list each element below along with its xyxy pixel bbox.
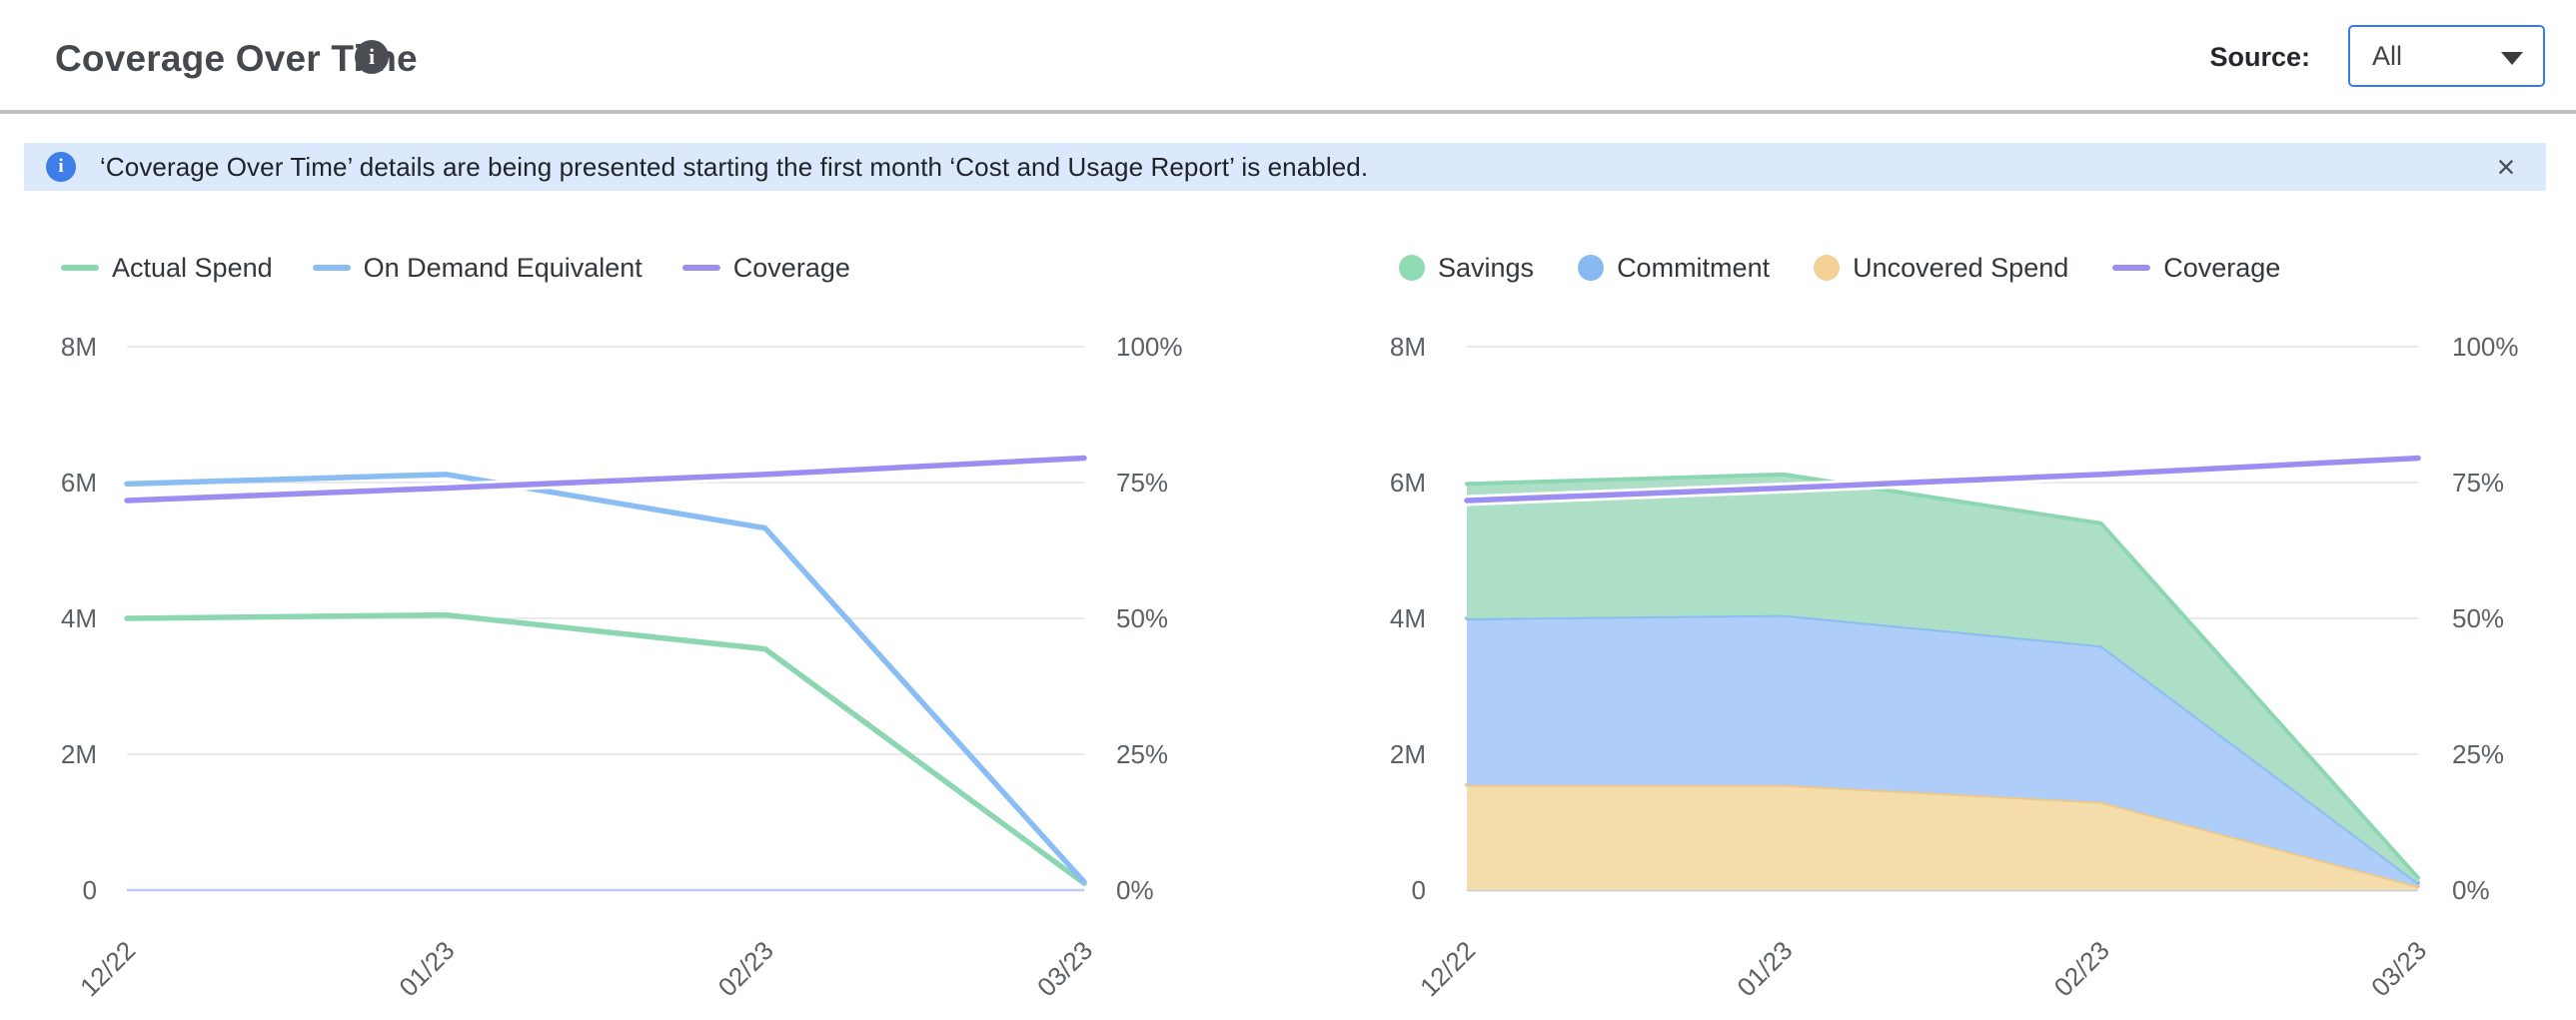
- source-label: Source:: [2209, 42, 2310, 73]
- commitment-swatch: [1578, 255, 1604, 281]
- y-axis-right-tick: 100%: [1116, 332, 1183, 362]
- legend-item-uncovered-spend[interactable]: Uncovered Spend: [1814, 253, 2068, 284]
- coverage-over-time-panel: { "header": { "title": "Coverage Over Ti…: [0, 0, 2576, 1015]
- y-axis-right-tick: 50%: [1116, 603, 1168, 633]
- y-axis-left-tick: 8M: [1390, 332, 1426, 362]
- info-icon[interactable]: i: [355, 40, 389, 74]
- y-axis-right-tick: 0%: [1116, 875, 1154, 905]
- chart-svg: 8M 100% 6M 75% 4M 50% 2M 25% 0 0% 12/22 01/23 02/23 0…: [40, 330, 1239, 1015]
- source-dropdown[interactable]: All: [2348, 25, 2545, 87]
- x-axis-tick: 12/22: [1414, 935, 1481, 1002]
- source-dropdown-value: All: [2372, 41, 2402, 72]
- y-axis-right-tick: 100%: [2452, 332, 2519, 362]
- y-axis-left-tick: 0: [1412, 875, 1426, 905]
- info-banner: i ‘Coverage Over Time’ details are being…: [24, 143, 2546, 191]
- legend-item-commitment[interactable]: Commitment: [1578, 253, 1770, 284]
- legend-item-actual-spend[interactable]: Actual Spend: [61, 253, 273, 284]
- y-axis-right-tick: 25%: [2452, 739, 2504, 769]
- y-axis-left-tick: 2M: [61, 739, 97, 769]
- coverage-swatch: [682, 265, 720, 271]
- banner-close-button[interactable]: ×: [2488, 149, 2524, 185]
- x-axis-tick: 01/23: [393, 935, 460, 1002]
- y-axis-right-tick: 75%: [2452, 468, 2504, 498]
- series-actual-spend-line[interactable]: [127, 615, 1084, 884]
- chart-svg: 8M 100% 6M 75% 4M 50% 2M 25% 0 0% 12/22 01/23 02/23 0…: [1359, 330, 2576, 1015]
- y-axis-left-tick: 4M: [61, 603, 97, 633]
- y-axis-left-tick: 6M: [61, 468, 97, 498]
- x-axis-tick: 01/23: [1731, 935, 1798, 1002]
- on-demand-equivalent-swatch: [313, 265, 351, 271]
- legend-label: Commitment: [1617, 253, 1770, 284]
- coverage-line-chart[interactable]: 8M 100% 6M 75% 4M 50% 2M 25% 0 0% 12/22 01/23 02/23 0…: [40, 330, 1239, 1015]
- y-axis-left-tick: 0: [83, 875, 97, 905]
- legend-item-coverage[interactable]: Coverage: [2112, 253, 2280, 284]
- legend-label: Coverage: [2163, 253, 2280, 284]
- x-axis-tick: 12/22: [74, 935, 141, 1002]
- legend-item-on-demand-equivalent[interactable]: On Demand Equivalent: [313, 253, 643, 284]
- actual-spend-swatch: [61, 265, 99, 271]
- legend-label: Coverage: [733, 253, 850, 284]
- y-axis-left-tick: 6M: [1390, 468, 1426, 498]
- x-axis-tick: 03/23: [1031, 935, 1098, 1002]
- coverage-area-chart[interactable]: 8M 100% 6M 75% 4M 50% 2M 25% 0 0% 12/22 01/23 02/23 0…: [1359, 330, 2576, 1015]
- y-axis-right-tick: 0%: [2452, 875, 2490, 905]
- legend-label: On Demand Equivalent: [364, 253, 643, 284]
- y-axis-left-tick: 4M: [1390, 603, 1426, 633]
- uncovered-spend-swatch: [1814, 255, 1840, 281]
- x-axis-tick: 03/23: [2365, 935, 2432, 1002]
- legend-label: Uncovered Spend: [1853, 253, 2068, 284]
- series-on-demand-equivalent-line[interactable]: [127, 475, 1084, 882]
- banner-text: ‘Coverage Over Time’ details are being p…: [100, 152, 1368, 183]
- legend-area-chart: Savings Commitment Uncovered Spend Coverage: [1399, 250, 2280, 286]
- x-axis-tick: 02/23: [2048, 935, 2115, 1002]
- y-axis-right-tick: 25%: [1116, 739, 1168, 769]
- legend-item-savings[interactable]: Savings: [1399, 253, 1534, 284]
- banner-info-icon: i: [46, 152, 76, 182]
- chevron-down-icon: [2501, 52, 2523, 65]
- y-axis-right-tick: 75%: [1116, 468, 1168, 498]
- header-divider: [0, 110, 2576, 114]
- y-axis-right-tick: 50%: [2452, 603, 2504, 633]
- savings-swatch: [1399, 255, 1425, 281]
- legend-label: Savings: [1438, 253, 1534, 284]
- coverage-swatch: [2112, 265, 2150, 271]
- legend-item-coverage[interactable]: Coverage: [682, 253, 850, 284]
- legend-label: Actual Spend: [112, 253, 273, 284]
- y-axis-left-tick: 8M: [61, 332, 97, 362]
- x-axis-tick: 02/23: [712, 935, 779, 1002]
- y-axis-left-tick: 2M: [1390, 739, 1426, 769]
- legend-line-chart: Actual Spend On Demand Equivalent Coverage: [61, 250, 850, 286]
